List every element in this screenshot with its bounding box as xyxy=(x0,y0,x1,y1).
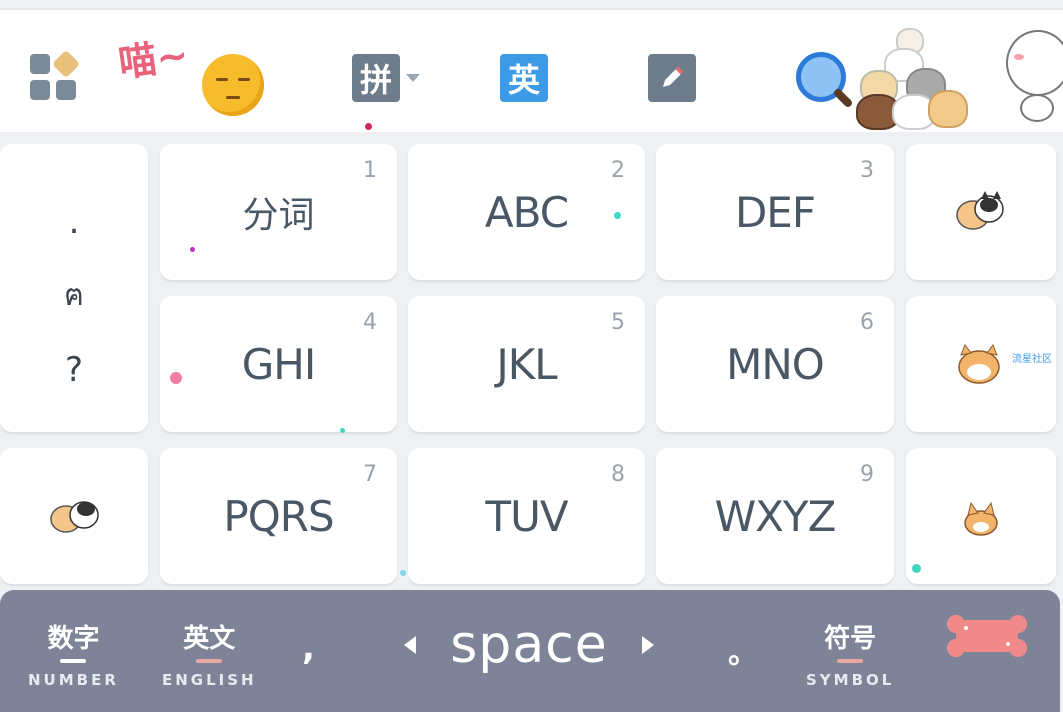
number-sublabel: NUMBER xyxy=(28,671,119,689)
active-indicator xyxy=(60,659,87,663)
at-sign-icon[interactable]: ฅ xyxy=(64,281,84,311)
cursor-left-icon[interactable] xyxy=(404,636,416,654)
key-1[interactable]: 1 分词 xyxy=(160,144,397,280)
key-number: 9 xyxy=(860,462,874,487)
key-number: 3 xyxy=(860,158,874,183)
cat-sticker-icon xyxy=(956,191,1004,230)
key-number: 4 xyxy=(363,310,377,335)
cat-hug-sticker-icon xyxy=(50,501,99,533)
question-key[interactable]: ? xyxy=(65,353,83,387)
english-icon: 英 xyxy=(500,54,548,102)
key-number: 6 xyxy=(860,310,874,335)
bottom-function-bar: 数字 NUMBER 英文 ENGLISH , space 。 符号 SYMBOL xyxy=(0,590,1060,712)
key-number: 8 xyxy=(611,462,625,487)
english-mode-button[interactable]: 英 xyxy=(500,54,548,102)
cursor-right-icon[interactable] xyxy=(641,636,654,654)
corgi-sticker-key[interactable] xyxy=(906,448,1056,584)
key-label: WXYZ xyxy=(714,491,837,541)
key-number: 5 xyxy=(611,310,625,335)
symbol-label: 符号 xyxy=(824,624,877,654)
cat-pile-sticker[interactable] xyxy=(856,28,968,130)
key-label: JKL xyxy=(496,339,557,389)
punctuation-column[interactable]: . ฅ ? xyxy=(0,144,148,432)
key-number: 7 xyxy=(363,462,377,487)
cat-hug-sticker-key[interactable] xyxy=(0,448,148,584)
candidate-toolbar: 喵~ 拼 英 xyxy=(0,8,1063,132)
menu-grid-icon[interactable] xyxy=(30,49,81,102)
key-3[interactable]: 3 DEF xyxy=(656,144,894,280)
symbol-sublabel: SYMBOL xyxy=(806,671,895,689)
number-mode-button[interactable]: 数字 NUMBER xyxy=(28,618,119,689)
cat-girl-sticker[interactable] xyxy=(1000,24,1063,124)
key-label: DEF xyxy=(734,187,816,237)
key-label: 分词 xyxy=(242,195,315,236)
period-key[interactable]: . xyxy=(69,205,80,239)
key-2[interactable]: 2 ABC xyxy=(408,144,645,280)
english-label: 英文 xyxy=(183,624,236,654)
english-mode-toggle[interactable]: 英文 ENGLISH xyxy=(162,618,257,689)
key-number: 1 xyxy=(363,158,377,183)
english-sublabel: ENGLISH xyxy=(162,671,257,689)
key-6[interactable]: 6 MNO xyxy=(656,296,894,432)
corgi-sticker-icon xyxy=(964,501,998,536)
mode-indicator xyxy=(196,659,223,663)
meow-text: 喵~ xyxy=(115,32,192,86)
key-number: 2 xyxy=(611,158,625,183)
key-4[interactable]: 4 GHI xyxy=(160,296,397,432)
symbol-mode-button[interactable]: 符号 SYMBOL xyxy=(806,618,894,689)
chevron-down-icon xyxy=(406,74,420,82)
pencil-icon xyxy=(648,54,696,102)
shiba-sticker-key[interactable]: 流星社区 xyxy=(906,296,1056,432)
key-label: PQRS xyxy=(223,491,334,541)
key-7[interactable]: 7 PQRS xyxy=(160,448,397,584)
comma-key[interactable]: , xyxy=(302,628,315,668)
bone-backspace-icon xyxy=(947,615,1027,657)
key-label: MNO xyxy=(726,339,825,389)
key-label: ABC xyxy=(484,187,569,237)
t9-keypad: . ฅ ? 1 分词 2 ABC 3 DEF 4 GHI 5 JKL 6 MNO… xyxy=(0,123,1063,590)
number-label: 数字 xyxy=(47,624,100,654)
key-5[interactable]: 5 JKL xyxy=(408,296,645,432)
edit-button[interactable] xyxy=(648,54,696,102)
search-button[interactable] xyxy=(794,50,854,110)
face-emoji-icon xyxy=(202,54,264,116)
period-key[interactable]: 。 xyxy=(728,628,758,672)
space-label: space xyxy=(450,615,608,675)
shiba-sticker-icon xyxy=(958,343,1000,384)
watermark-text: 流星社区 xyxy=(1012,354,1052,365)
pinyin-icon: 拼 xyxy=(352,54,400,102)
key-label: GHI xyxy=(241,339,317,389)
pinyin-mode-button[interactable]: 拼 xyxy=(352,54,420,102)
backspace-button[interactable] xyxy=(946,612,1028,660)
key-label: TUV xyxy=(485,491,568,541)
key-9[interactable]: 9 WXYZ xyxy=(656,448,894,584)
cat-sticker-key[interactable] xyxy=(906,144,1056,280)
meow-emoji-button[interactable]: 喵~ xyxy=(116,28,268,118)
mode-indicator xyxy=(837,659,864,663)
key-8[interactable]: 8 TUV xyxy=(408,448,645,584)
space-bar[interactable]: space xyxy=(404,610,654,680)
